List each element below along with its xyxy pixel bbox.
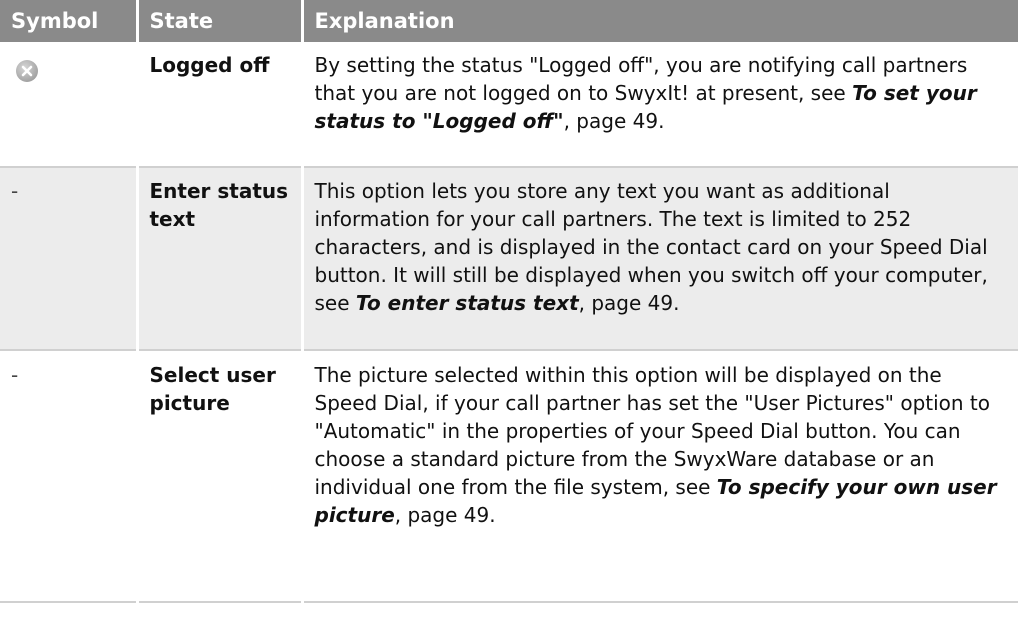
no-symbol-dash: - — [11, 363, 19, 387]
symbol-cell — [0, 42, 137, 168]
explanation-cell: The picture selected within this option … — [300, 350, 1018, 603]
page-reference: , page 49. — [394, 503, 496, 527]
explanation-cell: This option lets you store any text you … — [300, 167, 1018, 351]
table-header-row: Symbol State Explanation — [0, 0, 1018, 42]
page-reference: , page 49. — [563, 109, 665, 133]
column-header-symbol: Symbol — [0, 0, 137, 42]
symbol-cell: - — [0, 167, 137, 351]
state-cell: Select user picture — [135, 350, 302, 603]
state-cell: Logged off — [135, 42, 302, 168]
cross-reference-link[interactable]: To enter status text — [356, 291, 579, 315]
table-row: - Select user picture The picture select… — [0, 350, 1018, 603]
no-symbol-dash: - — [11, 179, 19, 203]
column-header-explanation: Explanation — [300, 0, 1018, 42]
table-row: Logged off By setting the status "Logged… — [0, 42, 1018, 168]
explanation-cell: By setting the status "Logged off", you … — [300, 42, 1018, 168]
logged-off-icon — [15, 59, 39, 83]
page-reference: , page 49. — [578, 291, 680, 315]
column-header-state: State — [135, 0, 302, 42]
state-cell: Enter status text — [135, 167, 302, 351]
symbol-cell: - — [0, 350, 137, 603]
table-row: - Enter status text This option lets you… — [0, 167, 1018, 351]
status-table: Symbol State Explanation Logged off By s… — [0, 0, 1018, 603]
